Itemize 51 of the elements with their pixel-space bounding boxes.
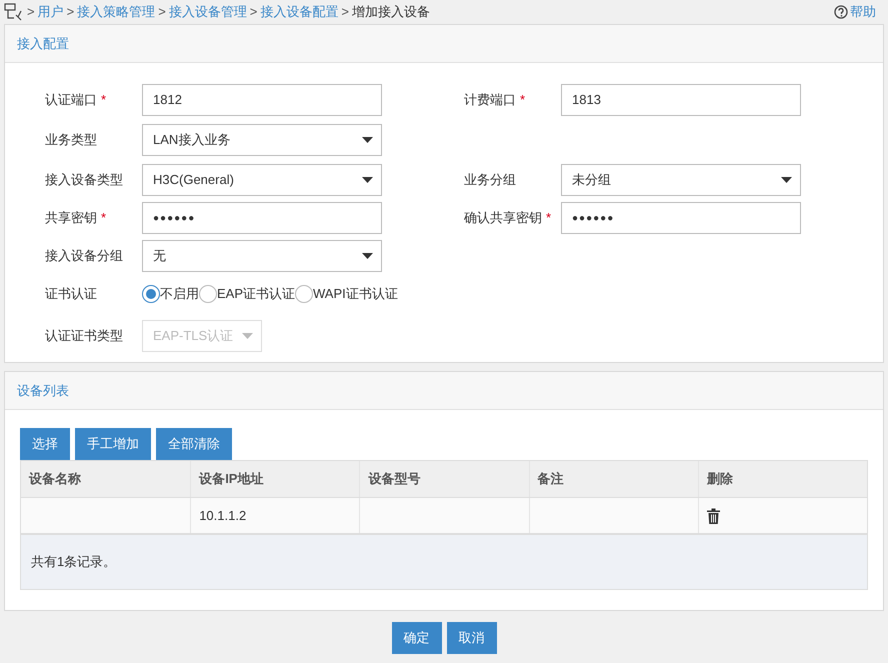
required-mark: * — [101, 91, 106, 110]
caret-icon — [362, 177, 373, 183]
field-label: 业务分组 — [464, 171, 516, 190]
field-label: 确认共享密钥 — [464, 209, 542, 228]
required-mark: * — [520, 91, 526, 110]
field-label: 接入设备分组 — [45, 247, 123, 266]
select-field[interactable]: H3C(General) — [142, 164, 382, 196]
password-field[interactable]: ●●●●●● — [561, 202, 801, 234]
help-icon — [834, 5, 848, 19]
flowchart-icon — [4, 3, 24, 21]
field-label: 认证证书类型 — [45, 327, 123, 346]
password-field[interactable]: ●●●●●● — [142, 202, 382, 234]
select-field[interactable]: LAN接入业务 — [142, 124, 382, 156]
field-label: 共享密钥 — [45, 209, 97, 228]
radio-button[interactable] — [142, 285, 160, 303]
input-field[interactable]: 1813 — [561, 84, 801, 116]
panel-title: 接入配置 — [17, 34, 69, 53]
toolbar-button[interactable]: 全部清除 — [156, 428, 232, 460]
toolbar-button[interactable]: 选择 — [20, 428, 70, 460]
required-mark: * — [546, 209, 552, 228]
required-mark: * — [101, 209, 106, 228]
field-label: 证书认证 — [45, 285, 97, 304]
trash-icon[interactable] — [706, 508, 720, 524]
caret-icon — [781, 177, 792, 183]
field-label: 认证端口 — [45, 91, 97, 110]
radio-button[interactable] — [199, 285, 217, 303]
field-label: 业务类型 — [45, 131, 97, 150]
field-label: 计费端口 — [464, 91, 516, 110]
footer-button[interactable]: 确定 — [392, 622, 442, 654]
breadcrumb-separator: > — [341, 3, 349, 22]
radio-option[interactable]: EAP证书认证 — [199, 284, 296, 304]
radio-option[interactable]: WAPI证书认证 — [295, 284, 398, 304]
breadcrumb-separator: > — [27, 3, 35, 22]
panel-title: 设备列表 — [17, 382, 69, 400]
footer-button[interactable]: 取消 — [446, 622, 496, 654]
record-count: 共有1条记录。 — [31, 553, 116, 572]
caret-icon — [242, 333, 253, 339]
column-header: 设备名称 — [28, 470, 82, 488]
field-label: 接入设备类型 — [45, 171, 123, 190]
breadcrumb-separator: > — [158, 3, 166, 22]
breadcrumb-current: 增加接入设备 — [352, 3, 430, 22]
breadcrumb-separator: > — [66, 3, 74, 22]
breadcrumb-separator: > — [250, 3, 258, 22]
toolbar-button[interactable]: 手工增加 — [75, 428, 151, 460]
radio-option[interactable]: 不启用 — [142, 284, 199, 304]
select-field[interactable]: 无 — [142, 240, 382, 272]
caret-icon — [362, 253, 373, 259]
radio-button[interactable] — [295, 285, 314, 303]
input-field[interactable]: 1812 — [142, 84, 382, 116]
select-field[interactable]: 未分组 — [561, 164, 801, 196]
caret-icon — [362, 137, 373, 143]
